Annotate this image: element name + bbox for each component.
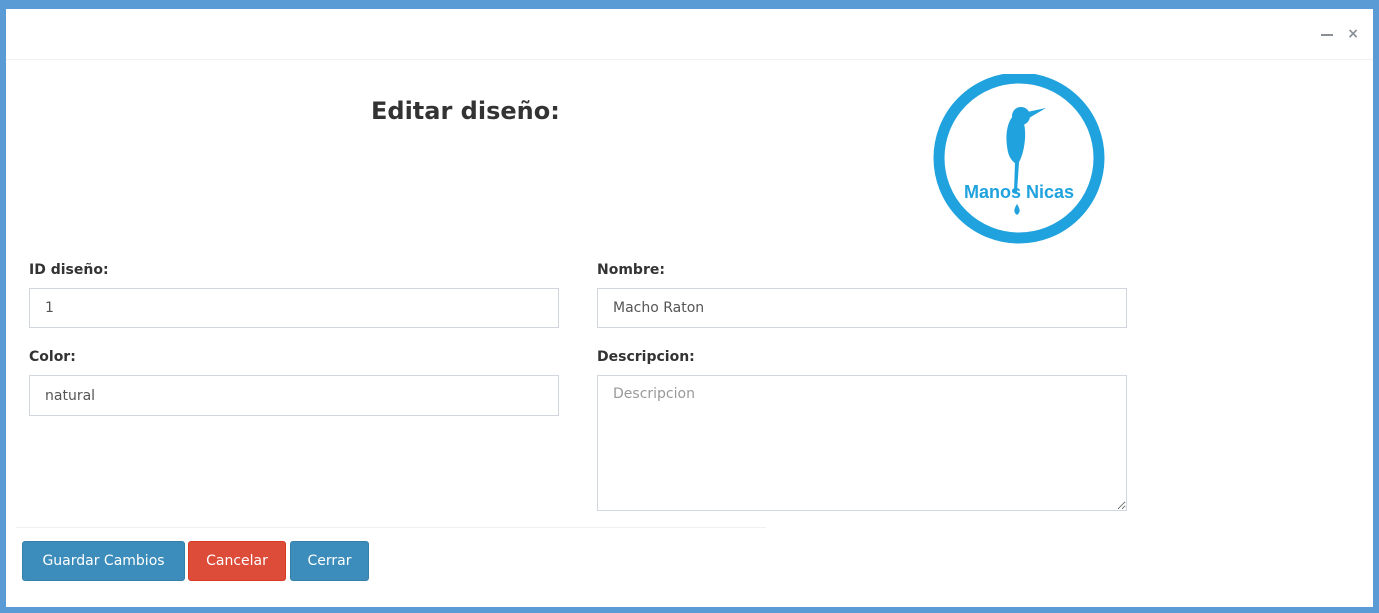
page-title: Editar diseño: — [371, 97, 560, 125]
modal-header: × — [6, 9, 1373, 60]
cancel-button[interactable]: Cancelar — [188, 541, 286, 581]
close-button[interactable]: Cerrar — [290, 541, 369, 581]
save-button[interactable]: Guardar Cambios — [22, 541, 185, 581]
descripcion-label: Descripcion: — [597, 349, 695, 365]
nombre-label: Nombre: — [597, 262, 665, 278]
nombre-input[interactable] — [597, 288, 1127, 328]
id-diseno-input[interactable] — [29, 288, 559, 328]
close-icon[interactable]: × — [1347, 27, 1359, 41]
window-controls: × — [1321, 27, 1359, 41]
manos-nicas-logo: Manos Nicas — [933, 74, 1105, 244]
footer-divider — [16, 527, 766, 528]
color-input[interactable] — [29, 375, 559, 416]
id-diseno-label: ID diseño: — [29, 262, 109, 278]
descripcion-textarea[interactable] — [597, 375, 1127, 511]
logo-text: Manos Nicas — [964, 182, 1074, 202]
minimize-icon[interactable] — [1321, 34, 1334, 36]
color-label: Color: — [29, 349, 76, 365]
